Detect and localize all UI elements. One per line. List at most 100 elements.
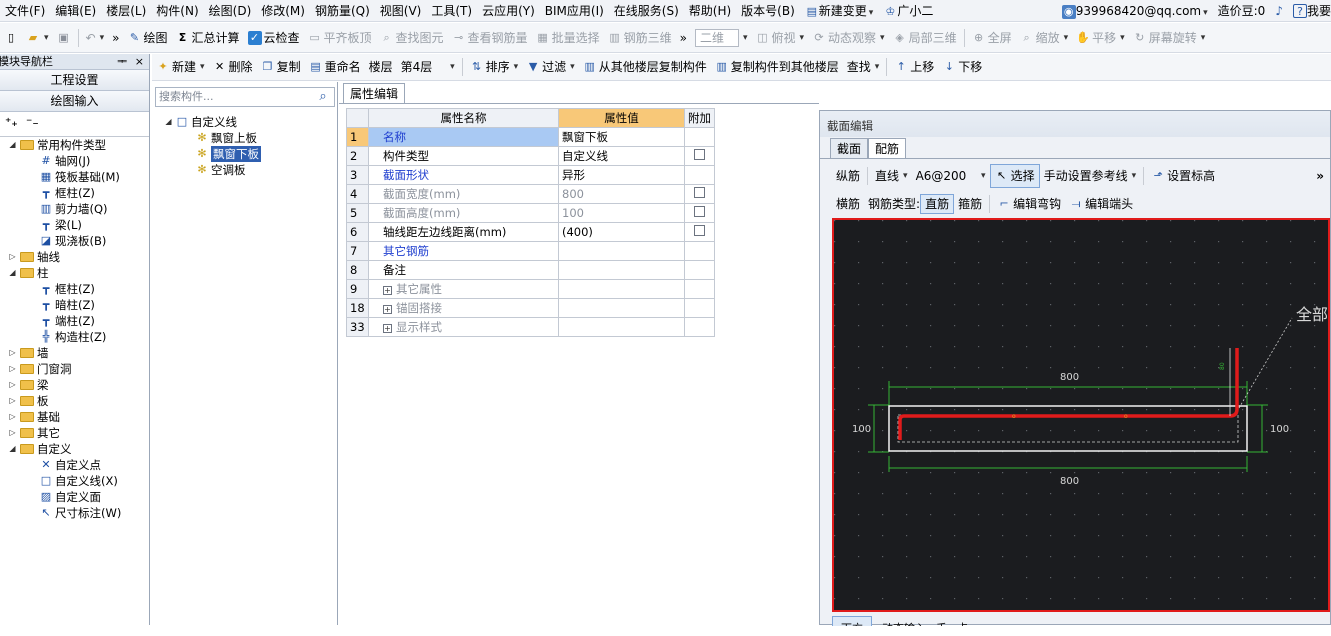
expand-all-icon[interactable]: ⁺₊ xyxy=(5,115,18,129)
sort-button[interactable]: ⇅ 排序 xyxy=(466,55,523,79)
property-extra[interactable] xyxy=(684,146,715,166)
collapse-all-icon[interactable]: ⁻₋ xyxy=(26,115,39,129)
menu-cloud[interactable]: 云应用(Y) xyxy=(477,0,540,22)
extra-checkbox[interactable] xyxy=(694,225,705,236)
menu-rebar-qty[interactable]: 钢筋量(Q) xyxy=(310,0,375,22)
expand-icon[interactable]: ▷ xyxy=(8,345,17,361)
tree-item[interactable]: ┳ 梁(L) xyxy=(40,217,82,233)
property-value[interactable]: 100 xyxy=(558,203,685,223)
straight-rebar-button[interactable]: 直筋 xyxy=(920,194,955,214)
new-file-icon[interactable]: ▯ xyxy=(0,26,22,50)
property-value[interactable] xyxy=(558,317,685,337)
manual-ref-line-button[interactable]: 手动设置参考线 xyxy=(1040,164,1141,188)
property-value[interactable]: 800 xyxy=(558,184,685,204)
tree-item[interactable]: ↖ 尺寸标注(W) xyxy=(40,505,121,521)
batch-select-button[interactable]: ▦ 批量选择 xyxy=(532,26,604,50)
menu-bim[interactable]: BIM应用(I) xyxy=(540,0,609,22)
property-value[interactable]: 飘窗下板 xyxy=(558,127,685,147)
line-type-select[interactable]: 直线 xyxy=(871,164,912,188)
expand-icon[interactable]: + xyxy=(383,324,392,333)
edit-hook-button[interactable]: ⌐ 编辑弯钩 xyxy=(993,192,1065,216)
tab-rebar[interactable]: 配筋 xyxy=(868,138,907,158)
property-row[interactable]: 9 + 其它属性 xyxy=(346,279,715,299)
find-button[interactable]: 查找 xyxy=(843,55,884,79)
menu-help[interactable]: 帮助(H) xyxy=(684,0,736,22)
local-3d-button[interactable]: ◈ 局部三维 xyxy=(889,26,961,50)
tree-item[interactable]: ┳ 暗柱(Z) xyxy=(40,297,95,313)
zoom-button[interactable]: ⌕ 缩放 xyxy=(1016,26,1073,50)
project-settings-button[interactable]: 工程设置 xyxy=(0,70,149,91)
tree-folder[interactable]: ▷ 墙 xyxy=(8,345,48,361)
tree-item[interactable]: # 轴网(J) xyxy=(40,153,90,169)
property-row[interactable]: 6 轴线距左边线距离(mm) (400) xyxy=(346,222,715,242)
flat-board-button[interactable]: ▭ 平齐板顶 xyxy=(304,26,376,50)
tree-folder[interactable]: ◢ 自定义 xyxy=(8,441,71,457)
tree-item[interactable]: ┳ 框柱(Z) xyxy=(40,185,95,201)
menu-tools[interactable]: 工具(T) xyxy=(426,0,477,22)
collapse-icon[interactable]: ◢ xyxy=(8,265,17,281)
tree-folder[interactable]: ▷ 基础 xyxy=(8,409,60,425)
property-extra[interactable] xyxy=(684,184,715,204)
property-value[interactable] xyxy=(558,279,685,299)
rename-button[interactable]: ▤ 重命名 xyxy=(305,55,365,79)
select-button[interactable]: ↖ 选择 xyxy=(989,164,1040,188)
property-value[interactable] xyxy=(558,298,685,318)
property-value[interactable]: 异形 xyxy=(558,165,685,185)
tree-folder[interactable]: ▷ 梁 xyxy=(8,377,48,393)
toolbar-more2-icon[interactable]: » xyxy=(676,26,691,50)
tree-item[interactable]: □ 自定义线(X) xyxy=(40,473,118,489)
property-row[interactable]: 3 截面形状 异形 xyxy=(346,165,715,185)
search-icon[interactable]: ⌕ xyxy=(315,89,331,105)
menu-draw[interactable]: 绘图(D) xyxy=(204,0,257,22)
copy-from-floor-button[interactable]: ▥ 从其他楼层复制构件 xyxy=(579,55,711,79)
toolbar-more-icon[interactable]: » xyxy=(108,26,123,50)
view-mode-select[interactable]: 二维 xyxy=(691,26,752,50)
search-input[interactable]: 搜索构件... xyxy=(155,87,335,107)
rebar-spec-input[interactable]: A6@200 xyxy=(912,164,990,188)
component-item-selected[interactable]: ✻ 飘窗下板 xyxy=(196,146,261,162)
draw-button[interactable]: ✎ 绘图 xyxy=(123,26,171,50)
menu-component[interactable]: 构件(N) xyxy=(151,0,203,22)
find-element-button[interactable]: ⌕ 查找图元 xyxy=(376,26,448,50)
menu-version[interactable]: 版本号(B) xyxy=(736,0,800,22)
property-value[interactable] xyxy=(558,260,685,280)
tab-section[interactable]: 截面 xyxy=(830,138,869,158)
collapse-icon[interactable]: ◢ xyxy=(8,441,17,457)
expand-icon[interactable]: ▷ xyxy=(8,249,17,265)
stirrup-button[interactable]: 箍筋 xyxy=(954,192,986,216)
copy-to-floor-button[interactable]: ▥ 复制构件到其他楼层 xyxy=(711,55,843,79)
property-row[interactable]: 33 + 显示样式 xyxy=(346,317,715,337)
cloud-check-button[interactable]: ✓ 云检查 xyxy=(244,26,304,50)
extra-checkbox[interactable] xyxy=(694,149,705,160)
tab-property-edit[interactable]: 属性编辑 xyxy=(343,83,406,103)
move-down-button[interactable]: ↓ 下移 xyxy=(938,55,986,79)
tree-item[interactable]: ▥ 剪力墙(Q) xyxy=(40,201,108,217)
tree-item[interactable]: ◪ 现浇板(B) xyxy=(40,233,107,249)
expand-icon[interactable]: ▷ xyxy=(8,409,17,425)
component-item[interactable]: ✻ 飘窗上板 xyxy=(196,130,257,146)
property-value[interactable] xyxy=(558,241,685,261)
draw-input-button[interactable]: 绘图输入 xyxy=(0,91,149,112)
property-row[interactable]: 18 + 锚固搭接 xyxy=(346,298,715,318)
tree-folder[interactable]: ▷ 板 xyxy=(8,393,48,409)
top-view-button[interactable]: ◫ 俯视 xyxy=(751,26,808,50)
view-rebar-button[interactable]: ⊸ 查看钢筋量 xyxy=(448,26,532,50)
menu-modify[interactable]: 修改(M) xyxy=(256,0,310,22)
close-icon[interactable]: × xyxy=(135,54,144,70)
pan-button[interactable]: ✋ 平移 xyxy=(1072,26,1129,50)
property-row[interactable]: 2 构件类型 自定义线 xyxy=(346,146,715,166)
floor-select[interactable]: 第4层 xyxy=(397,55,459,79)
undo-icon[interactable]: ↶ xyxy=(82,26,109,50)
expand-icon[interactable]: ▷ xyxy=(8,377,17,393)
menu-new-change[interactable]: ▤ 新建变更 xyxy=(800,0,879,22)
new-component-button[interactable]: ✦ 新建 xyxy=(152,55,209,79)
property-row[interactable]: 5 截面高度(mm) 100 xyxy=(346,203,715,223)
component-item[interactable]: ✻ 空调板 xyxy=(196,162,245,178)
menu-file[interactable]: 文件(F) xyxy=(0,0,50,22)
open-file-icon[interactable]: ▰ xyxy=(22,26,53,50)
collapse-icon[interactable]: ◢ xyxy=(8,137,17,153)
delete-button[interactable]: ✕ 删除 xyxy=(209,55,257,79)
edit-end-button[interactable]: ⟞ 编辑端头 xyxy=(1065,192,1137,216)
property-row[interactable]: 4 截面宽度(mm) 800 xyxy=(346,184,715,204)
expand-icon[interactable]: ▷ xyxy=(8,393,17,409)
